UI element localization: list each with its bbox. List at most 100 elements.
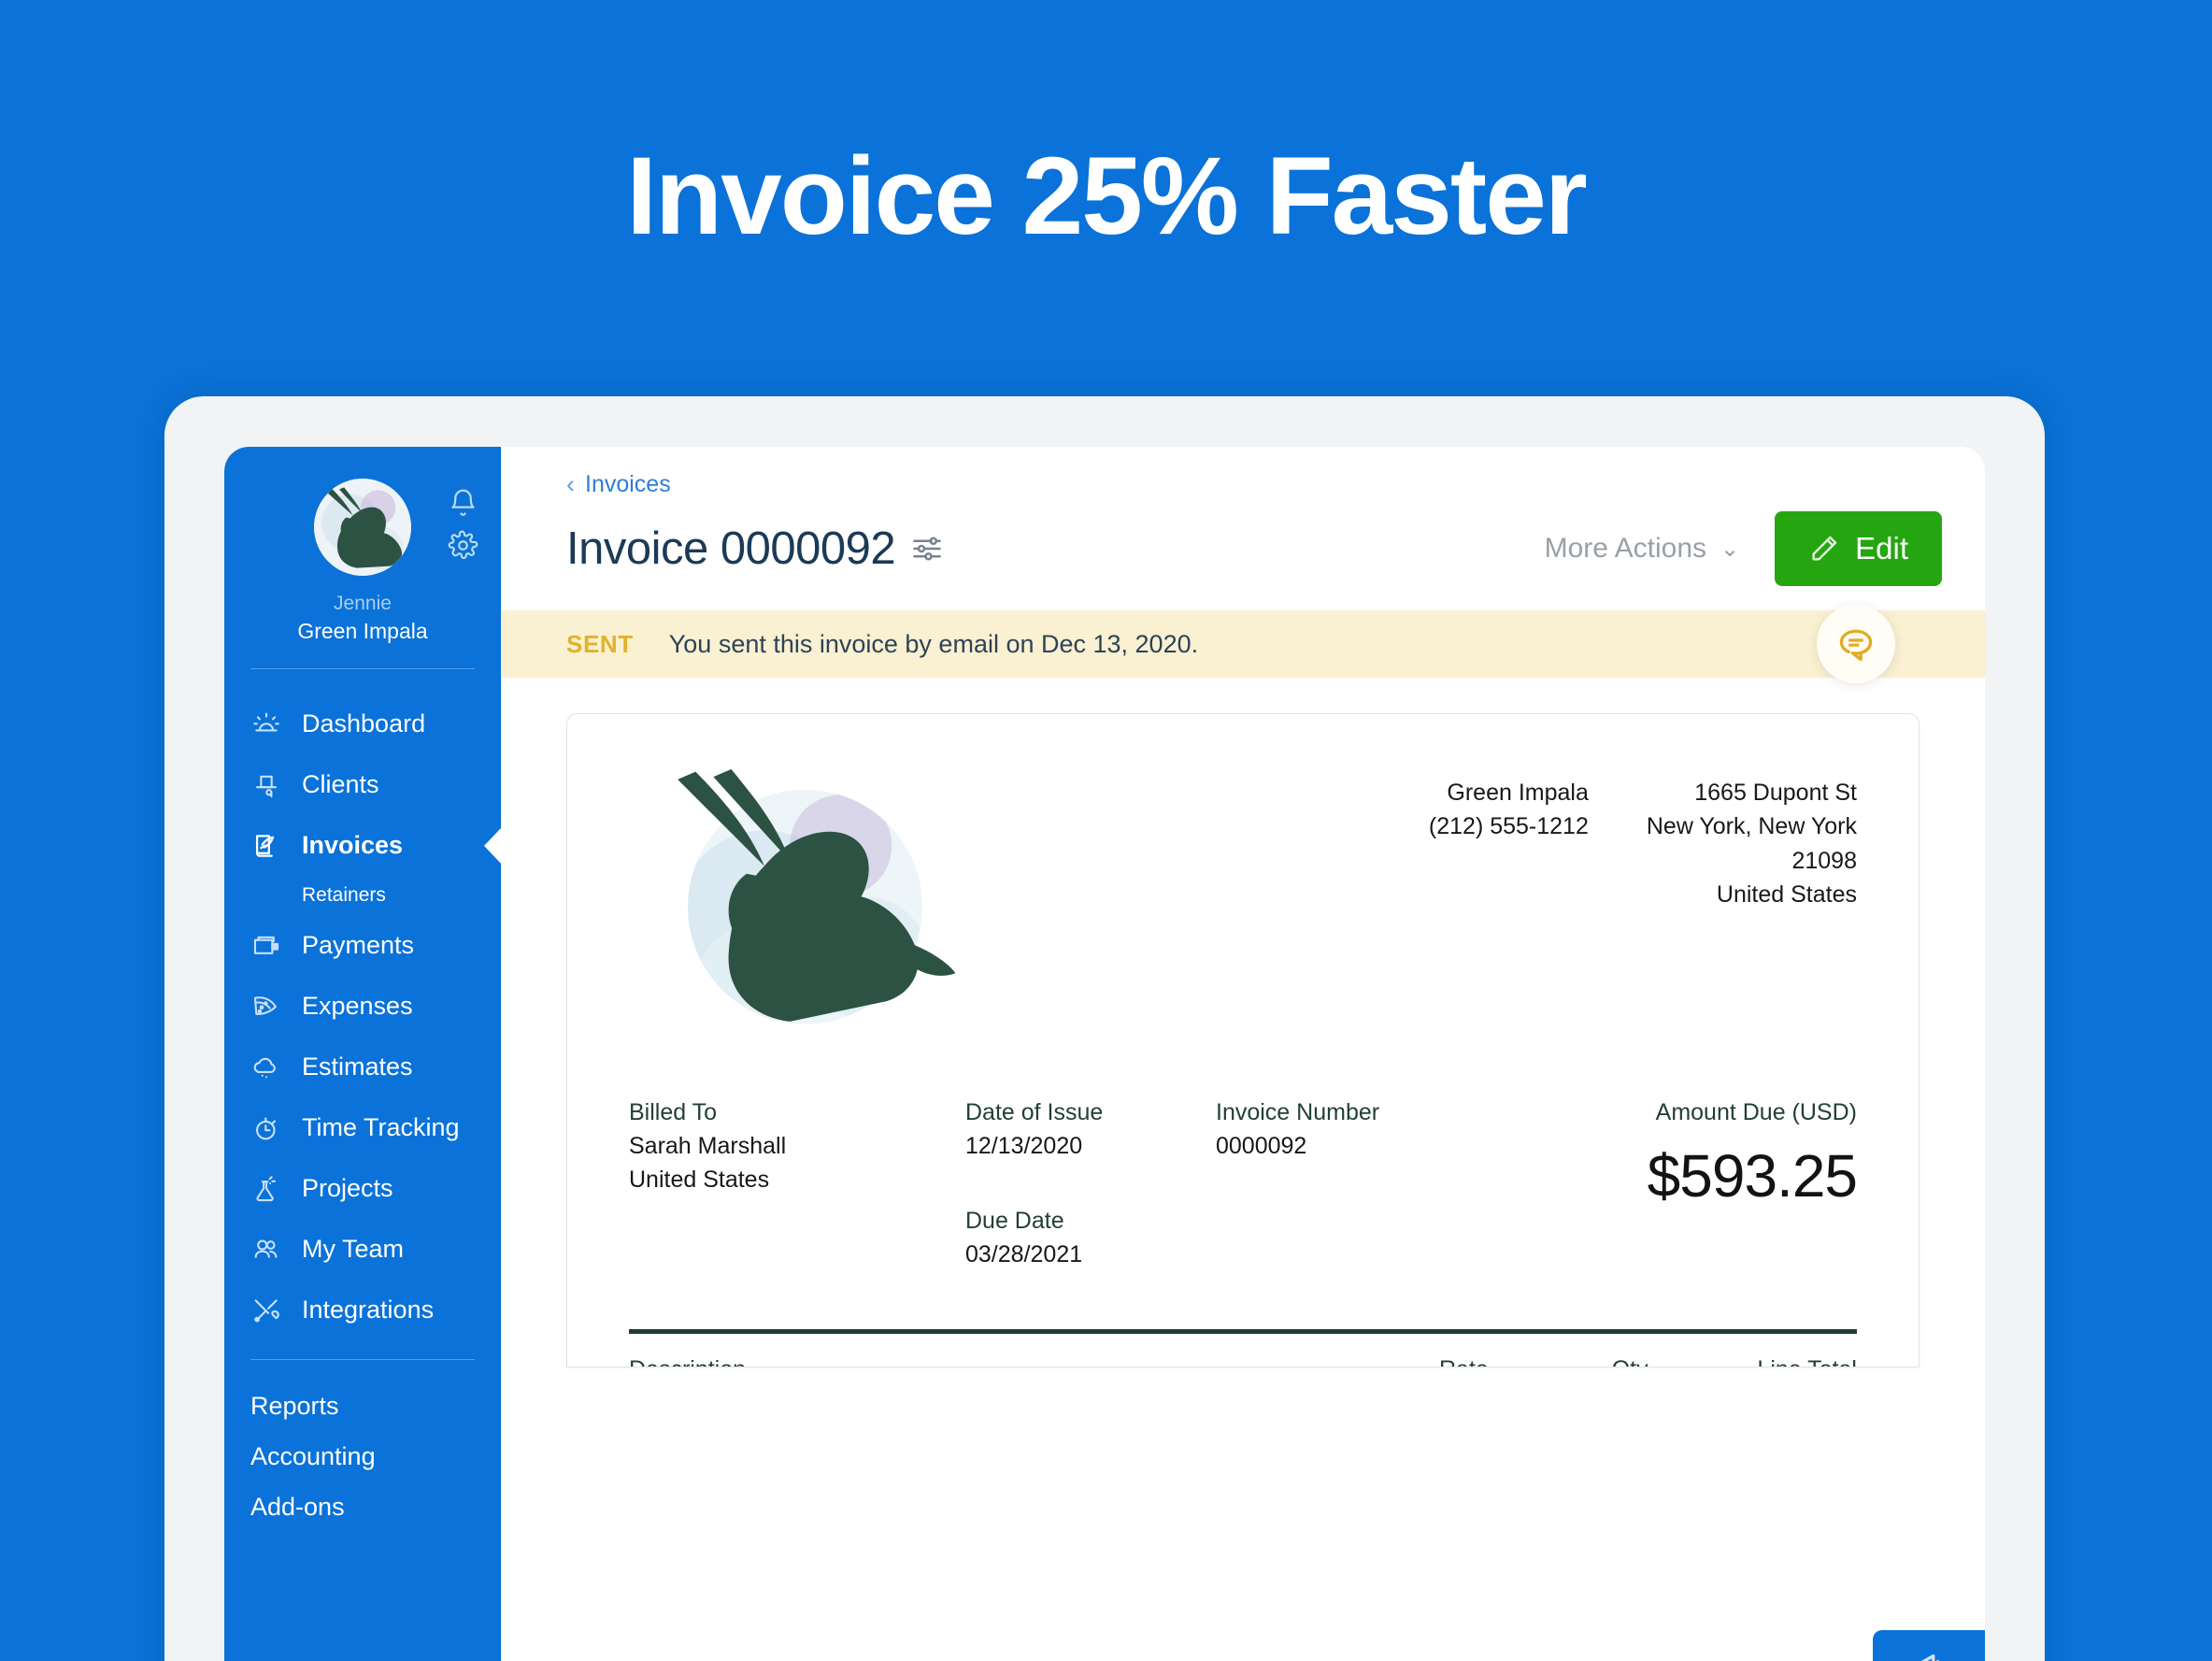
clients-hat-icon <box>250 769 282 801</box>
sidebar-item-invoices[interactable]: Invoices <box>224 815 502 876</box>
sidebar-item-projects[interactable]: Projects <box>224 1158 501 1219</box>
people-icon <box>250 1234 282 1266</box>
sidebar-item-label: Payments <box>302 931 415 960</box>
sidebar-divider-top <box>250 668 475 670</box>
dates-block: Date of Issue 12/13/2020 Due Date 03/28/… <box>965 1095 1216 1271</box>
dashboard-sun-icon <box>250 709 282 740</box>
status-badge: SENT <box>566 629 634 658</box>
business-address: 1665 Dupont St New York, New York 21098 … <box>1647 776 1857 911</box>
invoice-meta: Billed To Sarah Marshall United States D… <box>629 1095 1858 1271</box>
breadcrumb[interactable]: ‹ Invoices <box>566 471 1942 498</box>
sidebar-item-label: Time Tracking <box>302 1113 460 1142</box>
sidebar-item-dashboard[interactable]: Dashboard <box>224 694 501 754</box>
chat-bubble-icon <box>1835 623 1877 665</box>
sidebar-item-label: Dashboard <box>302 709 426 738</box>
invoice-number-value: 0000092 <box>1216 1133 1307 1159</box>
edit-button-label: Edit <box>1855 531 1908 566</box>
due-date-label: Due Date <box>965 1208 1064 1234</box>
line-items-table: Description Rate Qty Line Total Copywrit… <box>629 1336 1857 1367</box>
business-zip: 21098 <box>1791 847 1857 874</box>
sidebar-item-time-tracking[interactable]: Time Tracking <box>224 1097 501 1158</box>
sidebar-item-integrations[interactable]: Integrations <box>224 1280 501 1340</box>
hero-title: Invoice 25% Faster <box>626 135 1588 258</box>
column-header-description: Description <box>629 1336 1267 1367</box>
business-contact: Green Impala (212) 555-1212 <box>1429 776 1589 911</box>
invoice-number-label: Invoice Number <box>1216 1099 1380 1125</box>
sliders-icon[interactable] <box>895 532 944 566</box>
user-company: Green Impala <box>297 619 428 644</box>
sidebar-item-label: Invoices <box>302 831 404 860</box>
title-row: Invoice 0000092 More Actions ⌄ Edit <box>566 511 1942 586</box>
business-city-state: New York, New York <box>1646 813 1857 840</box>
invoice-quill-icon <box>250 830 282 862</box>
business-name: Green Impala <box>1447 780 1589 806</box>
sidebar-divider-bottom <box>250 1359 475 1361</box>
date-of-issue-value: 12/13/2020 <box>965 1133 1083 1159</box>
app-screen: Jennie Green Impala Dashboard Clients In… <box>224 447 1985 1661</box>
megaphone-icon <box>1907 1646 1950 1661</box>
announcements-button[interactable] <box>1873 1630 1985 1661</box>
sidebar-nav: Dashboard Clients Invoices Retainers Pay… <box>224 694 502 1340</box>
line-items-rule <box>629 1329 1857 1334</box>
tablet-device-frame: Jennie Green Impala Dashboard Clients In… <box>164 396 2045 1661</box>
sidebar-item-label: Integrations <box>302 1296 435 1325</box>
breadcrumb-label: Invoices <box>585 471 671 497</box>
tools-icon <box>250 1295 282 1326</box>
wallet-icon <box>250 930 282 962</box>
column-header-line-total: Line Total <box>1648 1336 1857 1367</box>
sidebar-item-addons[interactable]: Add-ons <box>224 1482 501 1532</box>
more-actions-label: More Actions <box>1544 533 1707 564</box>
sidebar-item-expenses[interactable]: Expenses <box>224 976 501 1037</box>
sidebar-item-reports[interactable]: Reports <box>224 1381 501 1431</box>
amount-due-value: $593.25 <box>1647 1142 1858 1210</box>
sidebar-item-label: Projects <box>302 1174 393 1203</box>
sidebar-item-my-team[interactable]: My Team <box>224 1219 501 1280</box>
edit-button[interactable]: Edit <box>1775 511 1942 586</box>
main-content: ‹ Invoices Invoice 0000092 More Actions … <box>501 447 1985 1661</box>
amount-due-label: Amount Due (USD) <box>1655 1099 1857 1125</box>
chevron-down-icon: ⌄ <box>1720 536 1740 562</box>
sidebar-profile <box>224 479 501 576</box>
column-header-rate: Rate <box>1267 1336 1489 1367</box>
billed-to-name: Sarah Marshall <box>629 1133 787 1159</box>
sidebar-item-accounting[interactable]: Accounting <box>224 1431 501 1482</box>
more-actions-dropdown[interactable]: More Actions ⌄ <box>1545 533 1740 565</box>
flask-icon <box>250 1173 282 1205</box>
status-message: You sent this invoice by email on Dec 13… <box>668 629 1199 658</box>
sidebar-item-label: Estimates <box>302 1052 413 1081</box>
sidebar-item-payments[interactable]: Payments <box>224 915 501 976</box>
invoice-document-card: Green Impala (212) 555-1212 1665 Dupont … <box>566 713 1919 1367</box>
cloud-icon <box>250 1052 282 1083</box>
sidebar-user-info: Jennie Green Impala <box>224 591 501 646</box>
stopwatch-icon <box>250 1112 282 1144</box>
page-toolbar: ‹ Invoices Invoice 0000092 More Actions … <box>501 447 1985 586</box>
business-phone: (212) 555-1212 <box>1428 813 1589 840</box>
gear-icon[interactable] <box>448 530 478 561</box>
bell-icon[interactable] <box>448 488 478 519</box>
sidebar-item-estimates[interactable]: Estimates <box>224 1037 501 1097</box>
chat-bubble-button[interactable] <box>1817 605 1895 683</box>
billed-to-block: Billed To Sarah Marshall United States <box>629 1095 965 1271</box>
status-banner: SENT You sent this invoice by email on D… <box>501 605 1985 683</box>
active-indicator <box>484 826 502 865</box>
billed-to-country: United States <box>629 1167 770 1193</box>
due-date-value: 03/28/2021 <box>965 1241 1083 1267</box>
sidebar-item-label: My Team <box>302 1235 405 1264</box>
invoice-number-block: Invoice Number 0000092 <box>1216 1095 1648 1271</box>
column-header-qty: Qty <box>1489 1336 1648 1367</box>
avatar[interactable] <box>314 479 411 576</box>
business-country: United States <box>1716 881 1857 908</box>
title-actions: More Actions ⌄ Edit <box>1545 511 1942 586</box>
back-chevron-icon[interactable]: ‹ <box>566 472 575 497</box>
page-title: Invoice 0000092 <box>566 523 896 574</box>
sidebar-item-label: Clients <box>302 770 379 799</box>
amount-due-block: Amount Due (USD) $593.25 <box>1647 1095 1858 1271</box>
business-details: Green Impala (212) 555-1212 1665 Dupont … <box>1429 759 1857 911</box>
sidebar-item-label: Expenses <box>302 992 413 1021</box>
sidebar-action-icons <box>448 488 478 561</box>
sidebar-subitem-retainers[interactable]: Retainers <box>224 876 501 915</box>
user-name: Jennie <box>334 593 392 614</box>
sidebar-item-clients[interactable]: Clients <box>224 754 501 815</box>
table-header-row: Description Rate Qty Line Total <box>629 1336 1857 1367</box>
date-of-issue-label: Date of Issue <box>965 1099 1104 1125</box>
